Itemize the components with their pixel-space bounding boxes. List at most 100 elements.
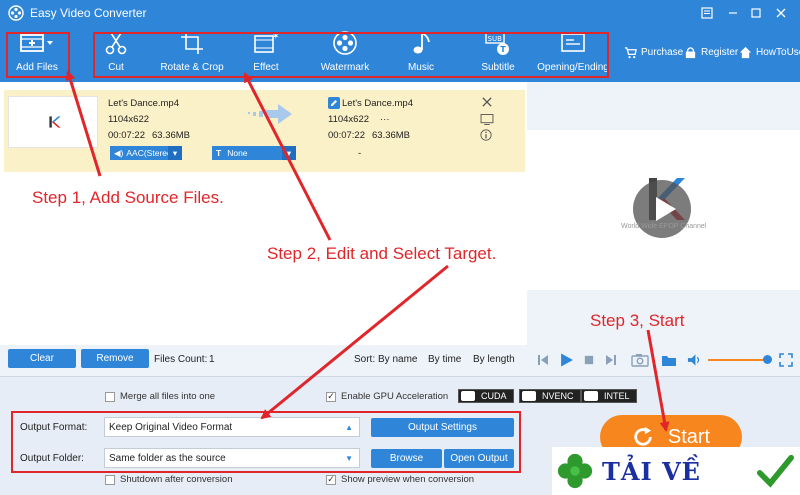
checkbox-empty-icon [105, 474, 115, 485]
nvidia-logo-icon [461, 391, 475, 401]
next-icon[interactable] [605, 354, 617, 366]
remove-button[interactable]: Remove [81, 349, 149, 368]
tool-effect[interactable]: ✶ Effect [226, 30, 306, 73]
shutdown-checkbox[interactable]: Shutdown after conversion [105, 474, 232, 485]
tool-cut-label: Cut [108, 62, 124, 73]
logo-text: TẢI VỀ [602, 456, 701, 486]
purchase-label: Purchase [641, 47, 684, 58]
sort-by-length[interactable]: By length [473, 354, 515, 365]
show-preview-label: Show preview when conversion [341, 474, 475, 485]
purchase-link[interactable]: Purchase [624, 46, 683, 59]
sort-by-name[interactable]: By name [378, 354, 417, 365]
opening-ending-icon [561, 33, 585, 52]
output-format-select[interactable]: Keep Original Video Format ▲ [104, 417, 360, 437]
step2-annotation: Step 2, Edit and Select Target. [267, 244, 497, 263]
app-film-reel-icon [8, 5, 24, 21]
output-folder-value: Same folder as the source [109, 452, 226, 464]
info-icon[interactable] [480, 129, 492, 141]
window-title: Easy Video Converter [30, 6, 147, 20]
file-list[interactable]: Let's Dance.mp4 1104x622 00:07:22 63.36M… [0, 82, 527, 345]
folder-icon[interactable] [661, 353, 677, 367]
cuda-label: CUDA [481, 391, 507, 401]
output-format-value: Keep Original Video Format [109, 421, 233, 433]
preview-watermark-text: World Wide EPOP Channel [621, 223, 707, 230]
subtitle-icon: SUB T [485, 32, 509, 55]
merge-files-checkbox[interactable]: Merge all files into one [105, 391, 215, 402]
audio-track-select[interactable]: ◀) AAC(Stereo 4 ▾ [110, 146, 182, 160]
nvenc-badge: NVENC [519, 389, 581, 403]
step3-annotation: Step 3, Start [590, 311, 685, 330]
lock-icon [685, 47, 696, 59]
target-size: 63.36MB [372, 130, 411, 141]
video-settings-icon[interactable] [480, 114, 494, 125]
refresh-icon [634, 426, 652, 446]
tool-watermark-label: Watermark [320, 62, 370, 73]
intel-badge: INTEL [581, 389, 637, 403]
target-file-name[interactable]: Let's Dance.mp4 [342, 98, 413, 109]
delete-icon[interactable] [482, 97, 492, 107]
checkbox-empty-icon [105, 391, 115, 402]
close-button[interactable] [768, 0, 794, 26]
register-label: Register [701, 47, 739, 58]
files-count-label: Files Count: [154, 354, 208, 365]
source-thumbnail[interactable] [8, 96, 98, 148]
output-settings-button[interactable]: Output Settings [371, 418, 514, 437]
title-bar: Easy Video Converter [0, 0, 800, 26]
chevron-down-icon: ▼ [345, 454, 353, 463]
fullscreen-icon[interactable] [779, 353, 793, 367]
svg-text:SUB: SUB [488, 35, 503, 43]
edit-target-icon[interactable] [328, 97, 340, 109]
sort-label: Sort: [354, 354, 376, 365]
target-resolution: 1104x622 [328, 114, 370, 125]
k-logo-icon [49, 116, 61, 128]
subtitle-track-select[interactable]: T None ▾ [212, 146, 296, 160]
stop-icon[interactable] [584, 355, 594, 365]
tool-rotate-crop[interactable]: Rotate & Crop [152, 30, 232, 73]
sort-by-time[interactable]: By time [428, 354, 461, 365]
tool-opening-ending[interactable]: Opening/Ending [533, 30, 613, 73]
tool-subtitle-label: Subtitle [481, 62, 515, 73]
gpu-acceleration-checkbox[interactable]: ✓ Enable GPU Acceleration [326, 391, 448, 402]
step1-annotation: Step 1, Add Source Files. [32, 188, 224, 207]
source-file-name: Let's Dance.mp4 [108, 98, 179, 109]
tool-music[interactable]: Music [381, 30, 461, 73]
snapshot-camera-icon[interactable] [631, 353, 649, 367]
music-note-icon [413, 32, 430, 54]
play-icon[interactable] [560, 353, 573, 367]
maximize-button[interactable] [743, 0, 769, 26]
tool-watermark[interactable]: Watermark [305, 30, 385, 73]
gpu-acceleration-label: Enable GPU Acceleration [341, 391, 449, 402]
main-toolbar: Add Files Cut Rotate & Crop ✶ Effect Wat… [0, 26, 800, 82]
register-link[interactable]: Register [684, 46, 738, 59]
preview-panel: World Wide EPOP Channel [527, 82, 800, 345]
browse-button[interactable]: Browse [371, 449, 442, 468]
crop-icon [181, 32, 203, 54]
volume-slider-handle[interactable] [763, 355, 772, 364]
output-folder-label: Output Folder: [20, 453, 84, 464]
file-row[interactable]: Let's Dance.mp4 1104x622 00:07:22 63.36M… [4, 90, 525, 172]
merge-files-label: Merge all files into one [120, 391, 216, 402]
tool-subtitle[interactable]: SUB T Subtitle [458, 30, 538, 73]
target-duration: 00:07:22 [328, 130, 365, 141]
target-resolution-more[interactable]: ··· [380, 114, 390, 125]
source-size: 63.36MB [152, 130, 191, 141]
add-files-button[interactable]: Add Files [0, 30, 77, 73]
tool-cut[interactable]: Cut [76, 30, 156, 73]
show-preview-checkbox[interactable]: ✓ Show preview when conversion [326, 474, 474, 485]
clear-button[interactable]: Clear [8, 349, 76, 368]
output-folder-select[interactable]: Same folder as the source ▼ [104, 448, 360, 468]
settings-menu-icon[interactable] [694, 0, 720, 26]
green-check-icon [756, 454, 794, 488]
player-controls [527, 345, 800, 375]
howtouse-link[interactable]: HowToUse [739, 46, 800, 59]
svg-text:T: T [500, 45, 506, 54]
open-output-button[interactable]: Open Output [444, 449, 514, 468]
intel-logo-icon [584, 391, 598, 401]
start-label: Start [667, 425, 711, 448]
subtitle-t-icon: T [216, 148, 222, 158]
checkmark-icon: ✓ [326, 474, 336, 485]
volume-slider-track[interactable] [708, 359, 768, 361]
previous-icon[interactable] [537, 354, 549, 366]
volume-icon[interactable] [687, 353, 702, 367]
convert-arrow-icon [248, 104, 292, 124]
